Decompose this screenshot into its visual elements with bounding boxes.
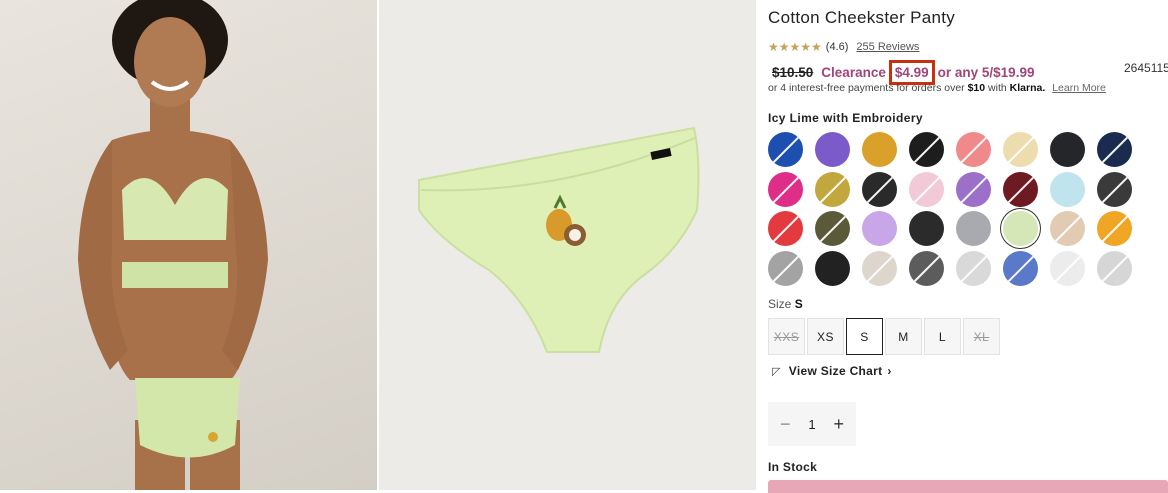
color-swatch[interactable] xyxy=(768,171,803,207)
model-illustration xyxy=(78,0,268,490)
view-size-chart-link[interactable]: ◸ View Size Chart › xyxy=(772,364,892,378)
unavailable-slash-icon xyxy=(1051,212,1084,245)
learn-more-link[interactable]: Learn More xyxy=(1052,82,1106,94)
color-swatch[interactable] xyxy=(768,132,803,167)
unavailable-slash-icon xyxy=(1098,173,1131,205)
star-rating-icon: ★★★★★ xyxy=(768,40,822,54)
quantity-minus-button[interactable]: − xyxy=(780,415,791,433)
image-gallery xyxy=(0,0,756,493)
chevron-right-icon: › xyxy=(887,364,892,378)
size-option[interactable]: L xyxy=(924,318,961,355)
color-swatches xyxy=(768,132,1148,286)
unavailable-slash-icon xyxy=(1051,252,1084,284)
color-swatch[interactable] xyxy=(768,211,803,246)
color-swatch[interactable] xyxy=(1050,250,1085,286)
unavailable-slash-icon xyxy=(1004,173,1037,205)
klarna-text: or 4 interest-free payments for orders o… xyxy=(768,82,965,94)
size-chart-label: View Size Chart xyxy=(788,364,883,378)
selected-size: S xyxy=(794,297,803,311)
color-swatch[interactable] xyxy=(815,132,850,167)
color-swatch[interactable] xyxy=(1097,250,1132,286)
color-swatch[interactable] xyxy=(909,171,944,207)
color-swatch[interactable] xyxy=(815,171,850,207)
color-swatch[interactable] xyxy=(1097,132,1132,167)
unavailable-slash-icon xyxy=(910,252,943,284)
unavailable-slash-icon xyxy=(910,173,943,205)
color-swatch[interactable] xyxy=(956,171,991,207)
klarna-message: or 4 interest-free payments for orders o… xyxy=(768,82,1106,94)
size-option[interactable]: XL xyxy=(963,318,1000,355)
size-option[interactable]: M xyxy=(885,318,922,355)
model-photo[interactable] xyxy=(0,0,377,490)
stock-status: In Stock xyxy=(768,460,818,474)
color-swatch[interactable] xyxy=(1097,211,1132,246)
color-swatch[interactable] xyxy=(862,211,897,246)
unavailable-slash-icon xyxy=(816,173,849,205)
color-swatch[interactable] xyxy=(862,171,897,207)
product-page: Cotton Cheekster Panty ★★★★★ (4.6) 255 R… xyxy=(0,0,1168,493)
rating-value: (4.6) xyxy=(825,41,849,53)
unavailable-slash-icon xyxy=(1098,212,1131,245)
klarna-amount: $10 xyxy=(967,82,986,94)
color-swatch[interactable] xyxy=(768,250,803,286)
unavailable-slash-icon xyxy=(957,252,990,284)
hanger-icon: ◸ xyxy=(772,365,781,378)
size-option[interactable]: XS xyxy=(807,318,844,355)
unavailable-slash-icon xyxy=(910,133,943,166)
unavailable-slash-icon xyxy=(816,212,849,245)
color-swatch[interactable] xyxy=(956,250,991,286)
unavailable-slash-icon xyxy=(1098,252,1131,284)
color-swatch[interactable] xyxy=(1097,171,1132,207)
color-swatch[interactable] xyxy=(909,132,944,167)
klarna-logo: Klarna. xyxy=(1009,82,1046,94)
unavailable-slash-icon xyxy=(1004,252,1037,284)
color-swatch[interactable] xyxy=(815,211,850,246)
add-to-bag-button[interactable] xyxy=(768,480,1168,493)
size-label: Size S xyxy=(768,297,803,311)
color-swatch[interactable] xyxy=(862,132,897,167)
selected-color-name: Icy Lime with Embroidery xyxy=(768,111,923,125)
clearance-label: Clearance xyxy=(821,65,886,80)
unavailable-slash-icon xyxy=(769,212,802,245)
quantity-plus-button[interactable]: + xyxy=(833,415,844,433)
multi-buy-offer: or any 5/$19.99 xyxy=(937,65,1035,80)
color-swatch[interactable] xyxy=(1003,132,1038,167)
original-price: $10.50 xyxy=(772,65,814,80)
unavailable-slash-icon xyxy=(863,173,896,205)
unavailable-slash-icon xyxy=(769,252,802,284)
color-swatch[interactable] xyxy=(956,211,991,246)
product-title: Cotton Cheekster Panty xyxy=(768,8,956,27)
unavailable-slash-icon xyxy=(769,173,802,205)
unavailable-slash-icon xyxy=(1098,133,1131,166)
product-sku: 2645115 xyxy=(1124,61,1168,75)
color-swatch[interactable] xyxy=(1050,132,1085,167)
unavailable-slash-icon xyxy=(769,133,802,166)
klarna-with: with xyxy=(988,82,1007,94)
size-option[interactable]: XXS xyxy=(768,318,805,355)
color-swatch[interactable] xyxy=(956,132,991,167)
color-swatch[interactable] xyxy=(1050,171,1085,207)
color-swatch[interactable] xyxy=(909,211,944,246)
color-swatch[interactable] xyxy=(1050,211,1085,246)
unavailable-slash-icon xyxy=(863,252,896,284)
color-swatch[interactable] xyxy=(862,250,897,286)
unavailable-slash-icon xyxy=(957,133,990,166)
unavailable-slash-icon xyxy=(957,173,990,205)
quantity-value: 1 xyxy=(808,416,816,432)
panty-illustration xyxy=(418,126,700,353)
size-selector: XXS XS S M L XL xyxy=(768,318,1000,355)
color-swatch[interactable] xyxy=(1003,211,1038,246)
size-option[interactable]: S xyxy=(846,318,883,355)
reviews-link[interactable]: 255 Reviews xyxy=(856,41,919,53)
product-details: Cotton Cheekster Panty ★★★★★ (4.6) 255 R… xyxy=(768,0,1168,493)
flat-lay-photo[interactable] xyxy=(379,0,756,490)
color-swatch[interactable] xyxy=(1003,250,1038,286)
quantity-stepper: − 1 + xyxy=(768,402,856,446)
unavailable-slash-icon xyxy=(1004,133,1037,166)
color-swatch[interactable] xyxy=(1003,171,1038,207)
size-label-text: Size xyxy=(768,297,792,311)
color-swatch[interactable] xyxy=(815,250,850,286)
color-swatch[interactable] xyxy=(909,250,944,286)
rating-row[interactable]: ★★★★★ (4.6) 255 Reviews xyxy=(768,40,919,54)
